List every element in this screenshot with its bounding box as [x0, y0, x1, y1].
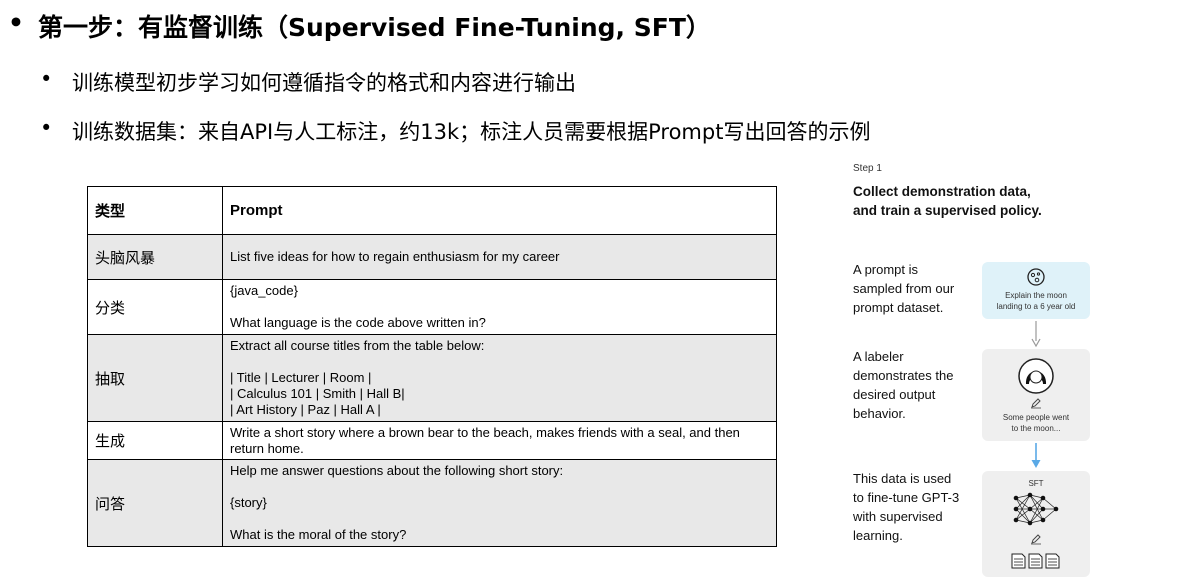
bullet: • — [8, 8, 24, 37]
row-type: 抽取 — [87, 334, 223, 422]
prompt-line: | Art History | Paz | Hall A | — [230, 402, 381, 417]
prompt-line — [230, 479, 756, 495]
prompt-line: Help me answer questions about the follo… — [230, 463, 564, 478]
card-text: Some people went to the moon... — [1002, 413, 1070, 433]
row-type: 头脑风暴 — [87, 234, 223, 280]
prompt-line: | Title | Lecturer | Room | — [230, 370, 372, 385]
prompt-line: | Calculus 101 | Smith | Hall B| — [230, 386, 405, 401]
step-label: Step 1 — [853, 163, 882, 174]
panel-title: Collect demonstration data, and train a … — [853, 184, 1042, 218]
prompt-line: {java_code} — [230, 283, 298, 298]
prompt-line: What language is the code above written … — [230, 315, 486, 330]
prompt-card: Explain the moon landing to a 6 year old — [982, 262, 1090, 319]
bullet: • — [40, 67, 53, 91]
row-type: 生成 — [87, 421, 223, 460]
prompt-line — [230, 299, 756, 315]
table-row: 生成 Write a short story where a brown bea… — [87, 421, 777, 460]
neural-network-icon — [1013, 492, 1059, 526]
prompt-type-table: 类型 Prompt 头脑风暴 List five ideas for how t… — [87, 186, 777, 547]
table-row: 问答 Help me answer questions about the fo… — [87, 459, 777, 547]
moon-icon — [1027, 268, 1045, 286]
row-prompt: Write a short story where a brown bear t… — [222, 421, 777, 460]
row-prompt: List five ideas for how to regain enthus… — [222, 234, 777, 280]
heading-text: 第一步：有监督训练（Supervised Fine-Tuning, SFT） — [38, 13, 711, 42]
step-description: A prompt is sampled from our prompt data… — [853, 262, 955, 315]
row-type: 分类 — [87, 279, 223, 335]
table-row: 分类 {java_code} What language is the code… — [87, 279, 777, 335]
pencil-icon — [1031, 398, 1041, 409]
step-description: This data is used to fine-tune GPT-3 wit… — [853, 471, 960, 543]
arrow-down-icon — [1031, 321, 1041, 348]
prompt-line: Write a short story where a brown bear t… — [230, 424, 744, 456]
row-prompt: Extract all course titles from the table… — [222, 334, 777, 422]
row-type: 问答 — [87, 459, 223, 547]
labeler-card: Some people went to the moon... — [982, 349, 1090, 441]
step-description: A labeler demonstrates the desired outpu… — [853, 349, 954, 421]
table-row: 头脑风暴 List five ideas for how to regain e… — [87, 234, 777, 280]
header-prompt: Prompt — [222, 186, 777, 235]
prompt-line — [230, 511, 756, 527]
subpoint-text: 训练模型初步学习如何遵循指令的格式和内容进行输出 — [72, 71, 576, 95]
subpoint-text: 训练数据集：来自API与人工标注，约13k；标注人员需要根据Prompt写出回答… — [72, 120, 871, 144]
table-header-row: 类型 Prompt — [87, 186, 777, 235]
row-prompt: Help me answer questions about the follo… — [222, 459, 777, 547]
table-row: 抽取 Extract all course titles from the ta… — [87, 334, 777, 422]
arrow-down-icon — [1031, 443, 1041, 468]
bullet: • — [40, 116, 53, 140]
pencil-icon — [1031, 534, 1041, 545]
prompt-line: {story} — [230, 495, 267, 510]
sft-label: SFT — [1028, 479, 1044, 488]
sft-card: SFT — [982, 471, 1090, 577]
card-text: Explain the moon landing to a 6 year old — [996, 291, 1076, 311]
row-prompt: {java_code} What language is the code ab… — [222, 279, 777, 335]
labeler-avatar-icon — [1018, 358, 1054, 394]
documents-icon — [1011, 553, 1060, 569]
prompt-line: List five ideas for how to regain enthus… — [230, 249, 560, 264]
prompt-line: Extract all course titles from the table… — [230, 338, 485, 353]
header-type: 类型 — [87, 186, 223, 235]
prompt-line — [230, 354, 756, 370]
prompt-line: What is the moral of the story? — [230, 527, 407, 542]
